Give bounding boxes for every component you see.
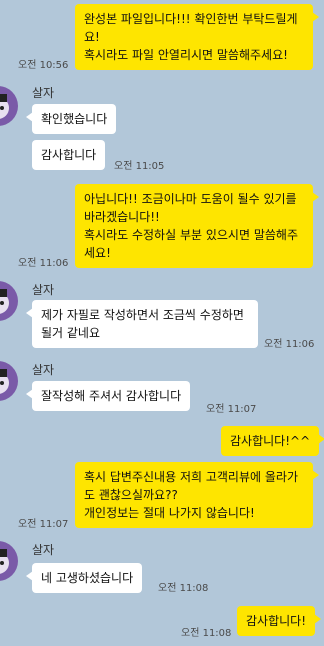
sender-name: 살자 [32, 363, 55, 377]
message-timestamp: 오전 11:05 [114, 161, 165, 172]
message-timestamp: 오전 10:56 [18, 60, 69, 71]
sender-name: 살자 [32, 283, 55, 297]
avatar[interactable] [0, 361, 18, 401]
avatar[interactable] [0, 541, 18, 581]
message-timestamp: 오전 11:06 [18, 258, 69, 269]
sender-name: 살자 [32, 86, 55, 100]
message-timestamp: 오전 11:08 [158, 583, 209, 594]
message-timestamp: 오전 11:06 [264, 339, 315, 350]
message-bubble-mine[interactable]: 아닙니다!! 조금이나마 도움이 될수 있기를 바라겠습니다!! 혹시라도 수정… [75, 184, 319, 268]
message-bubble-theirs[interactable]: 제가 자필로 작성하면서 조금씩 수정하면 될거 같네요 [26, 300, 258, 348]
message-bubble-theirs[interactable]: 네 고생하셨습니다 [25, 563, 143, 593]
message-bubble-theirs[interactable]: 확인했습니다 [25, 104, 117, 134]
sender-name: 살자 [32, 543, 55, 557]
message-bubble-mine[interactable]: 완성본 파일입니다!!! 확인한번 부탁드릴게요! 혹시라도 파일 안열리시면 … [75, 4, 319, 70]
message-bubble-theirs[interactable]: 잘작성해 주셔서 감사합니다 [25, 381, 191, 411]
avatar[interactable] [0, 281, 18, 321]
message-timestamp: 오전 11:07 [18, 519, 69, 530]
message-timestamp: 오전 11:07 [206, 404, 257, 415]
message-bubble-mine[interactable]: 감사합니다! [237, 606, 322, 636]
message-bubble-mine[interactable]: 혹시 답변주신내용 저희 고객리뷰에 올라가도 괜찮으실까요?? 개인정보는 절… [75, 462, 319, 528]
message-bubble-mine[interactable]: 감사합니다!^^ [221, 426, 324, 456]
avatar[interactable] [0, 86, 18, 126]
message-bubble-theirs[interactable]: 감사합니다 [32, 140, 106, 170]
message-timestamp: 오전 11:08 [181, 628, 232, 639]
